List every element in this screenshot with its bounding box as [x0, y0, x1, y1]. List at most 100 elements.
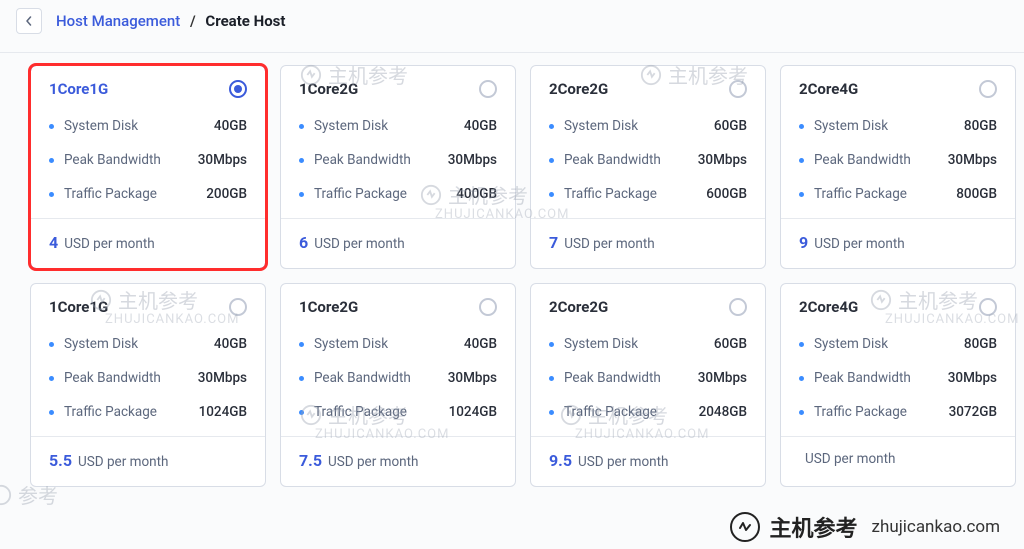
breadcrumb-parent[interactable]: Host Management — [56, 12, 180, 30]
plan-title: 1Core2G — [299, 298, 358, 316]
spec-row-disk: System Disk 80GB — [799, 118, 997, 134]
spec-label: Peak Bandwidth — [814, 152, 911, 168]
plan-card-header: 2Core4G — [781, 284, 1015, 326]
spec-value-traffic: 200GB — [206, 186, 247, 202]
spec-value-traffic: 600GB — [706, 186, 747, 202]
bullet-icon — [799, 410, 804, 415]
spec-value-disk: 60GB — [714, 118, 747, 134]
bullet-icon — [799, 376, 804, 381]
plan-specs: System Disk 40GB Peak Bandwidth 30Mbps T… — [31, 326, 265, 437]
back-button[interactable] — [16, 8, 42, 34]
bullet-icon — [299, 124, 304, 129]
plan-title: 2Core4G — [799, 80, 858, 98]
plan-card[interactable]: 2Core4G System Disk 80GB Peak Bandwidth … — [780, 65, 1016, 269]
breadcrumb-separator: / — [190, 12, 196, 30]
price-suffix: USD per month — [814, 236, 905, 252]
plan-price: 7 USD per month — [531, 219, 765, 268]
plan-price: 5.5 USD per month — [31, 437, 265, 486]
spec-label: Traffic Package — [314, 186, 407, 202]
spec-row-bandwidth: Peak Bandwidth 30Mbps — [549, 370, 747, 386]
price-suffix: USD per month — [578, 454, 669, 470]
plan-radio[interactable] — [479, 298, 497, 316]
spec-label: Traffic Package — [814, 186, 907, 202]
spec-label: Traffic Package — [314, 404, 407, 420]
bullet-icon — [799, 342, 804, 347]
bullet-icon — [49, 376, 54, 381]
plan-radio[interactable] — [479, 80, 497, 98]
price-number: 7.5 — [299, 451, 322, 470]
price-number: 9 — [799, 233, 808, 252]
spec-label: System Disk — [64, 118, 138, 134]
price-number: 7 — [549, 233, 558, 252]
spec-label: Peak Bandwidth — [814, 370, 911, 386]
plan-specs: System Disk 40GB Peak Bandwidth 30Mbps T… — [281, 108, 515, 219]
plan-radio[interactable] — [979, 80, 997, 98]
bullet-icon — [49, 342, 54, 347]
spec-row-disk: System Disk 60GB — [549, 118, 747, 134]
plan-card-header: 1Core2G — [281, 284, 515, 326]
plan-title: 2Core4G — [799, 298, 858, 316]
price-suffix: USD per month — [564, 236, 655, 252]
plan-title: 1Core1G — [49, 80, 108, 98]
plan-radio[interactable] — [229, 80, 247, 98]
price-number: 6 — [299, 233, 308, 252]
plan-card[interactable]: 1Core2G System Disk 40GB Peak Bandwidth … — [280, 65, 516, 269]
plan-card[interactable]: 2Core2G System Disk 60GB Peak Bandwidth … — [530, 283, 766, 487]
plan-specs: System Disk 60GB Peak Bandwidth 30Mbps T… — [531, 108, 765, 219]
breadcrumb-bar: Host Management / Create Host — [0, 0, 1024, 53]
spec-value-disk: 80GB — [964, 336, 997, 352]
spec-label: Traffic Package — [564, 186, 657, 202]
bullet-icon — [549, 124, 554, 129]
bullet-icon — [549, 158, 554, 163]
bullet-icon — [49, 192, 54, 197]
chevron-left-icon — [24, 16, 34, 26]
spec-value-bandwidth: 30Mbps — [948, 152, 997, 168]
bullet-icon — [49, 410, 54, 415]
price-number: 4 — [49, 233, 58, 252]
plan-price: 4 USD per month — [31, 219, 265, 268]
spec-value-disk: 40GB — [464, 118, 497, 134]
price-suffix: USD per month — [64, 236, 155, 252]
plan-card[interactable]: 1Core2G System Disk 40GB Peak Bandwidth … — [280, 283, 516, 487]
plan-title: 2Core2G — [549, 298, 608, 316]
spec-label: Peak Bandwidth — [314, 152, 411, 168]
spec-label: Peak Bandwidth — [64, 152, 161, 168]
breadcrumb: Host Management / Create Host — [56, 12, 285, 30]
spec-label: Traffic Package — [564, 404, 657, 420]
spec-row-traffic: Traffic Package 1024GB — [299, 404, 497, 420]
bullet-icon — [49, 158, 54, 163]
spec-label: System Disk — [814, 336, 888, 352]
plan-title: 1Core2G — [299, 80, 358, 98]
brand-name-cn: 主机参考 — [770, 511, 858, 543]
spec-label: Traffic Package — [64, 186, 157, 202]
plan-card[interactable]: 1Core1G System Disk 40GB Peak Bandwidth … — [30, 283, 266, 487]
price-number: 5.5 — [49, 451, 72, 470]
plan-card[interactable]: 2Core2G System Disk 60GB Peak Bandwidth … — [530, 65, 766, 269]
plan-card[interactable]: 1Core1G System Disk 40GB Peak Bandwidth … — [30, 65, 266, 269]
plan-price: 6 USD per month — [281, 219, 515, 268]
spec-value-traffic: 1024GB — [449, 404, 497, 420]
spec-row-disk: System Disk 40GB — [49, 118, 247, 134]
plan-card-header: 2Core2G — [531, 66, 765, 108]
price-number: 9.5 — [549, 451, 572, 470]
plan-radio[interactable] — [729, 80, 747, 98]
plan-radio[interactable] — [229, 298, 247, 316]
spec-value-disk: 40GB — [464, 336, 497, 352]
spec-label: Traffic Package — [814, 404, 907, 420]
plan-card[interactable]: 2Core4G System Disk 80GB Peak Bandwidth … — [780, 283, 1016, 487]
spec-label: Peak Bandwidth — [564, 370, 661, 386]
spec-value-bandwidth: 30Mbps — [448, 152, 497, 168]
plan-price: 9.5 USD per month — [531, 437, 765, 486]
plan-card-header: 1Core1G — [31, 284, 265, 326]
plan-grid: 1Core1G System Disk 40GB Peak Bandwidth … — [30, 65, 1010, 487]
spec-value-bandwidth: 30Mbps — [698, 370, 747, 386]
spec-value-disk: 40GB — [214, 336, 247, 352]
plan-title: 2Core2G — [549, 80, 608, 98]
plan-radio[interactable] — [729, 298, 747, 316]
plan-radio[interactable] — [979, 298, 997, 316]
spec-label: Peak Bandwidth — [314, 370, 411, 386]
plan-card-header: 1Core2G — [281, 66, 515, 108]
spec-value-traffic: 400GB — [456, 186, 497, 202]
plan-card-header: 2Core4G — [781, 66, 1015, 108]
spec-row-disk: System Disk 40GB — [49, 336, 247, 352]
